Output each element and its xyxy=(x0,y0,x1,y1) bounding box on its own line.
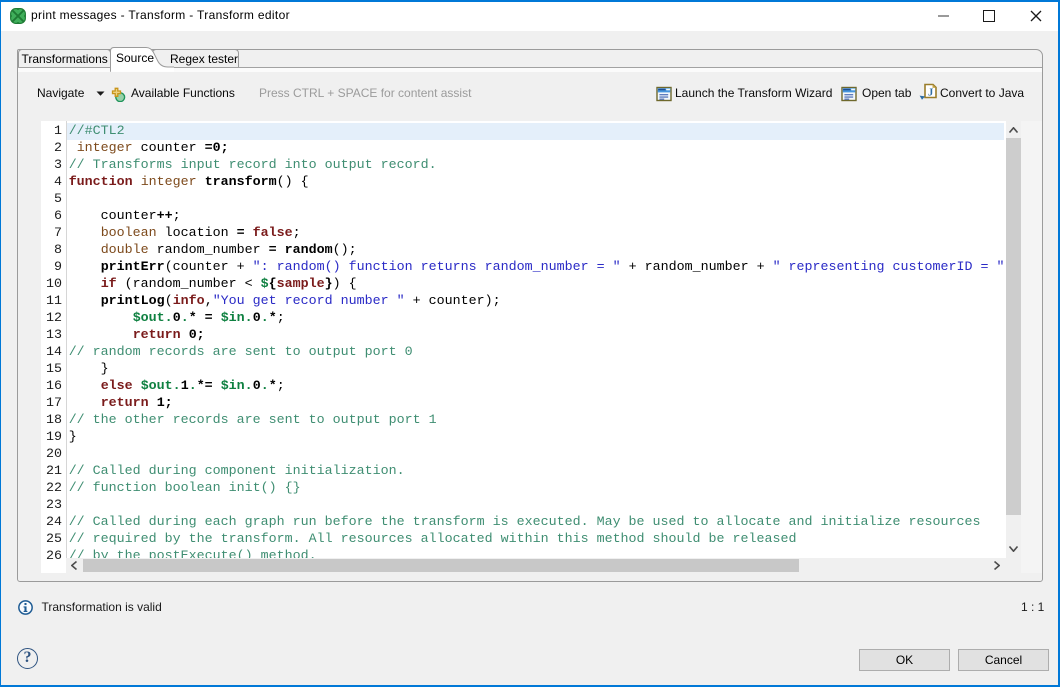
svg-text:J: J xyxy=(928,87,933,98)
